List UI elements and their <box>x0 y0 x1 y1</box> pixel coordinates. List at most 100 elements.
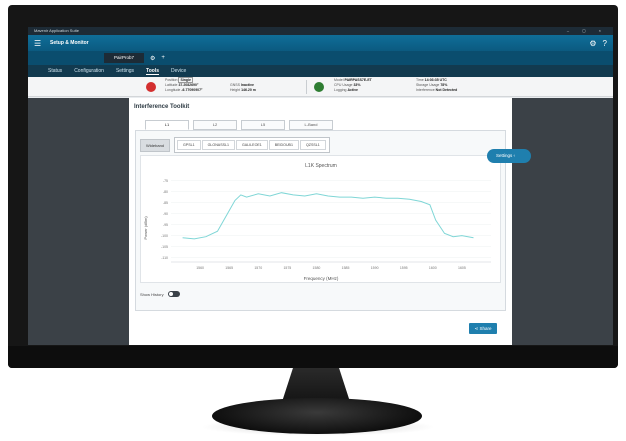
monitor-stand-base <box>212 398 422 434</box>
y-tick-label: -95 <box>163 223 168 227</box>
left-margin <box>28 98 129 345</box>
storage-value: 78% <box>440 83 448 87</box>
cpu-value: 33% <box>353 83 361 87</box>
show-history-label: Show History <box>140 291 164 297</box>
spectrum-card: Wideband GPSL1 GLONASSL1 GALILEOE1 BEIDO… <box>135 130 506 311</box>
channel-group: GPSL1 GLONASSL1 GALILEOE1 BEIDOUB1 QZSSL… <box>174 137 330 153</box>
logging-label: Logging <box>334 88 347 92</box>
x-tick-label: 1600 <box>429 266 437 270</box>
settings-icon[interactable]: ⚙ <box>150 55 155 62</box>
mode-row: Wideband GPSL1 GLONASSL1 GALILEOE1 BEIDO… <box>140 137 330 153</box>
chart-title: L1K Spectrum <box>305 163 337 169</box>
x-axis-label: Frequency (MHz) <box>304 276 339 281</box>
window-title: Mavenir Application Suite <box>34 28 79 33</box>
storage-label: Storage Usage <box>416 83 440 87</box>
x-tick-label: 1605 <box>458 266 466 270</box>
model-block: Model PAIRPASS7E-ET CPU Usage 33% Loggin… <box>334 78 372 93</box>
monitor-chin <box>8 346 618 368</box>
y-tick-label: -80 <box>163 190 168 194</box>
gnss-status-indicator <box>146 82 156 92</box>
toolkit-title: Interference Toolkit <box>134 104 190 110</box>
monitor-screen: Mavenir Application Suite – ◻ × ☰ Setup … <box>28 27 613 345</box>
time-label: Time <box>416 78 424 82</box>
spectrum-line <box>182 192 474 240</box>
latitude-value: 37.2082690° <box>178 83 199 87</box>
model-value: PAIRPASS7E-ET <box>344 78 372 82</box>
main-nav: Status Configuration Settings Tools Devi… <box>28 65 613 77</box>
x-tick-label: 1595 <box>400 266 408 270</box>
show-history-row: Show History <box>140 291 180 297</box>
longitude-label: Longitude <box>165 88 181 92</box>
settings-label: Settings <box>496 153 513 158</box>
main-area: Interference Toolkit L1 L2 L5 L-Band Wid… <box>28 98 613 345</box>
right-margin <box>512 98 613 345</box>
x-tick-label: 1570 <box>254 266 262 270</box>
spectrum-chart: L1K Spectrum Frequency (MHz) Power (dBm)… <box>140 155 501 283</box>
settings-button[interactable]: Settings ‹ <box>487 149 531 163</box>
tab-l5[interactable]: L5 <box>241 120 285 130</box>
wideband-button[interactable]: Wideband <box>140 138 171 152</box>
gnss-label: GNSS <box>230 83 240 87</box>
spectrum-chart-svg: L1K Spectrum Frequency (MHz) Power (dBm)… <box>143 163 491 281</box>
show-history-toggle[interactable] <box>167 291 180 297</box>
cpu-label: CPU Usage <box>334 83 353 87</box>
window-titlebar: Mavenir Application Suite – ◻ × <box>28 27 613 35</box>
logging-value: Active <box>347 88 358 92</box>
interference-value: Not Detected <box>435 88 458 92</box>
device-tab-row: PairProb7 ⚙ + <box>28 51 613 65</box>
nav-settings[interactable]: Settings <box>116 68 134 74</box>
y-tick-label: -85 <box>163 201 168 205</box>
help-icon[interactable]: ? <box>603 39 607 48</box>
share-button[interactable]: ⋖ Share <box>469 323 497 334</box>
y-tick-label: -110 <box>161 256 168 260</box>
position-block: Position Single Latitude 37.2082690° Lon… <box>165 77 203 93</box>
chart-series <box>182 192 474 240</box>
tab-l1[interactable]: L1 <box>145 120 189 130</box>
share-label: Share <box>479 326 492 331</box>
nav-tools[interactable]: Tools <box>146 68 159 75</box>
toolkit-panel: Interference Toolkit L1 L2 L5 L-Band Wid… <box>129 98 512 345</box>
y-axis-label: Power (dBm) <box>143 216 148 240</box>
menu-icon[interactable]: ☰ <box>34 39 44 48</box>
channel-gpsl1-button[interactable]: GPSL1 <box>177 140 201 150</box>
latitude-label: Latitude <box>165 83 178 87</box>
channel-glonassl1-button[interactable]: GLONASSL1 <box>201 140 235 150</box>
gnss-block: GNSS Inactive Height 146.20 m <box>230 83 256 93</box>
x-tick-label: 1580 <box>313 266 321 270</box>
channel-beidoub1-button[interactable]: BEIDOUB1 <box>268 140 299 150</box>
chevron-left-icon: ‹ <box>513 153 516 158</box>
status-divider <box>306 80 307 94</box>
tab-pairprob7[interactable]: PairProb7 <box>104 53 145 63</box>
x-tick-label: 1565 <box>225 266 233 270</box>
height-value: 146.20 m <box>241 88 256 92</box>
app-header: ☰ Setup & Monitor ⚙ ? <box>28 35 613 51</box>
tab-l2[interactable]: L2 <box>193 120 237 130</box>
y-tick-label: -100 <box>161 234 168 238</box>
x-tick-label: 1590 <box>371 266 379 270</box>
channel-galileoe1-button[interactable]: GALILEOE1 <box>235 140 268 150</box>
gear-icon[interactable]: ⚙ <box>589 39 596 48</box>
time-block: Time 14:03:35 UTC Storage Usage 78% Inte… <box>416 78 457 93</box>
tab-l-band[interactable]: L-Band <box>289 120 333 130</box>
status-bar: Position Single Latitude 37.2082690° Lon… <box>28 77 613 97</box>
nav-status[interactable]: Status <box>48 68 62 74</box>
y-tick-label: -90 <box>163 212 168 216</box>
longitude-value: -6.77090907° <box>181 88 203 92</box>
x-tick-label: 1575 <box>283 266 291 270</box>
height-label: Height <box>230 88 241 92</box>
band-tabs: L1 L2 L5 L-Band <box>145 120 337 130</box>
interference-label: Interference <box>416 88 435 92</box>
y-tick-label: -75 <box>163 179 168 183</box>
plus-icon[interactable]: + <box>161 55 165 61</box>
device-status-indicator <box>314 82 324 92</box>
app-title: Setup & Monitor <box>50 40 89 46</box>
x-tick-label: 1585 <box>342 266 350 270</box>
nav-device[interactable]: Device <box>171 68 186 74</box>
window-controls[interactable]: – ◻ × <box>567 27 613 35</box>
gnss-value: Inactive <box>240 83 254 87</box>
nav-configuration[interactable]: Configuration <box>74 68 104 74</box>
x-tick-label: 1560 <box>196 266 204 270</box>
channel-qzssl1-button[interactable]: QZSSL1 <box>299 140 326 150</box>
share-icon: ⋖ <box>474 326 479 331</box>
y-tick-label: -105 <box>161 245 168 249</box>
